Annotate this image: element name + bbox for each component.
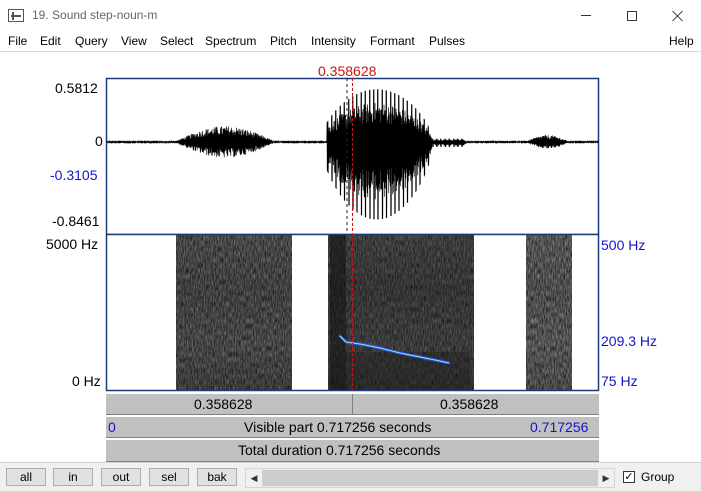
spectrogram-segment-2 — [328, 235, 474, 390]
pitch-value-label: 209.3 Hz — [601, 333, 658, 349]
menu-help[interactable]: Help — [669, 34, 694, 48]
zoom-selection-button[interactable]: sel — [149, 468, 189, 486]
waveform-max-label: 0.5812 — [55, 80, 98, 96]
menu-formant[interactable]: Formant — [370, 34, 415, 48]
maximize-icon — [627, 10, 637, 21]
waveform-zero-label: 0 — [95, 133, 103, 149]
zoom-out-button[interactable]: out — [101, 468, 141, 486]
visible-part-bar[interactable]: 0 Visible part 0.717256 seconds 0.717256 — [106, 416, 599, 438]
window-title: 19. Sound step-noun-m — [32, 8, 158, 22]
total-duration-bar[interactable]: Total duration 0.717256 seconds — [106, 439, 599, 462]
maximize-button[interactable] — [609, 0, 655, 31]
spectrogram-segment-1 — [176, 235, 292, 390]
spectrogram-max-freq-label: 5000 Hz — [46, 236, 99, 252]
horizontal-scrollbar[interactable]: ◀ ▶ — [245, 468, 615, 488]
waveform-cursor-value-label: -0.3105 — [50, 167, 98, 183]
visible-part-label[interactable]: Visible part 0.717256 seconds — [244, 419, 431, 435]
zoom-in-button[interactable]: in — [53, 468, 93, 486]
menu-spectrum[interactable]: Spectrum — [205, 34, 256, 48]
minimize-icon — [581, 15, 591, 16]
menu-pitch[interactable]: Pitch — [270, 34, 297, 48]
zoom-all-button[interactable]: all — [6, 468, 46, 486]
selection-bar[interactable]: 0.358628 0.358628 — [106, 393, 599, 415]
menu-select[interactable]: Select — [160, 34, 193, 48]
scroll-thumb[interactable] — [262, 470, 598, 486]
close-button[interactable] — [655, 0, 701, 31]
pitch-max-label: 500 Hz — [601, 237, 646, 253]
title-bar: 19. Sound step-noun-m — [0, 0, 701, 31]
sound-editor-area: 0.358628 0.5812 0 -0.3105 -0.8461 5000 H… — [0, 51, 701, 462]
scroll-track[interactable] — [262, 469, 598, 487]
minimize-button[interactable] — [563, 0, 609, 31]
praat-sound-icon — [8, 9, 24, 22]
group-label: Group — [641, 470, 675, 484]
waveform-min-label: -0.8461 — [52, 213, 100, 229]
left-segment-duration[interactable]: 0.358628 — [194, 396, 252, 412]
segment-divider — [352, 394, 353, 414]
menu-edit[interactable]: Edit — [40, 34, 61, 48]
menu-view[interactable]: View — [121, 34, 147, 48]
visible-start-time: 0 — [108, 419, 116, 435]
group-checkbox[interactable]: ✓ — [623, 471, 635, 483]
right-segment-duration[interactable]: 0.358628 — [440, 396, 498, 412]
zoom-back-button[interactable]: bak — [197, 468, 237, 486]
visible-end-time: 0.717256 — [530, 419, 589, 435]
menu-pulses[interactable]: Pulses — [429, 34, 465, 48]
pitch-min-label: 75 Hz — [601, 373, 638, 389]
cursor-time-label: 0.358628 — [318, 63, 377, 79]
spectrogram-min-freq-label: 0 Hz — [72, 373, 101, 389]
scroll-right-arrow-icon[interactable]: ▶ — [598, 469, 614, 487]
menu-intensity[interactable]: Intensity — [311, 34, 356, 48]
scroll-left-arrow-icon[interactable]: ◀ — [246, 469, 262, 487]
total-duration-label[interactable]: Total duration 0.717256 seconds — [238, 442, 440, 458]
spectrogram-segment-3 — [526, 235, 572, 390]
bottom-controls: all in out sel bak ◀ ▶ ✓ Group — [0, 462, 701, 491]
menu-file[interactable]: File — [8, 34, 27, 48]
menu-bar: File Edit Query View Select Spectrum Pit… — [0, 31, 701, 51]
close-icon — [672, 10, 684, 22]
menu-query[interactable]: Query — [75, 34, 108, 48]
